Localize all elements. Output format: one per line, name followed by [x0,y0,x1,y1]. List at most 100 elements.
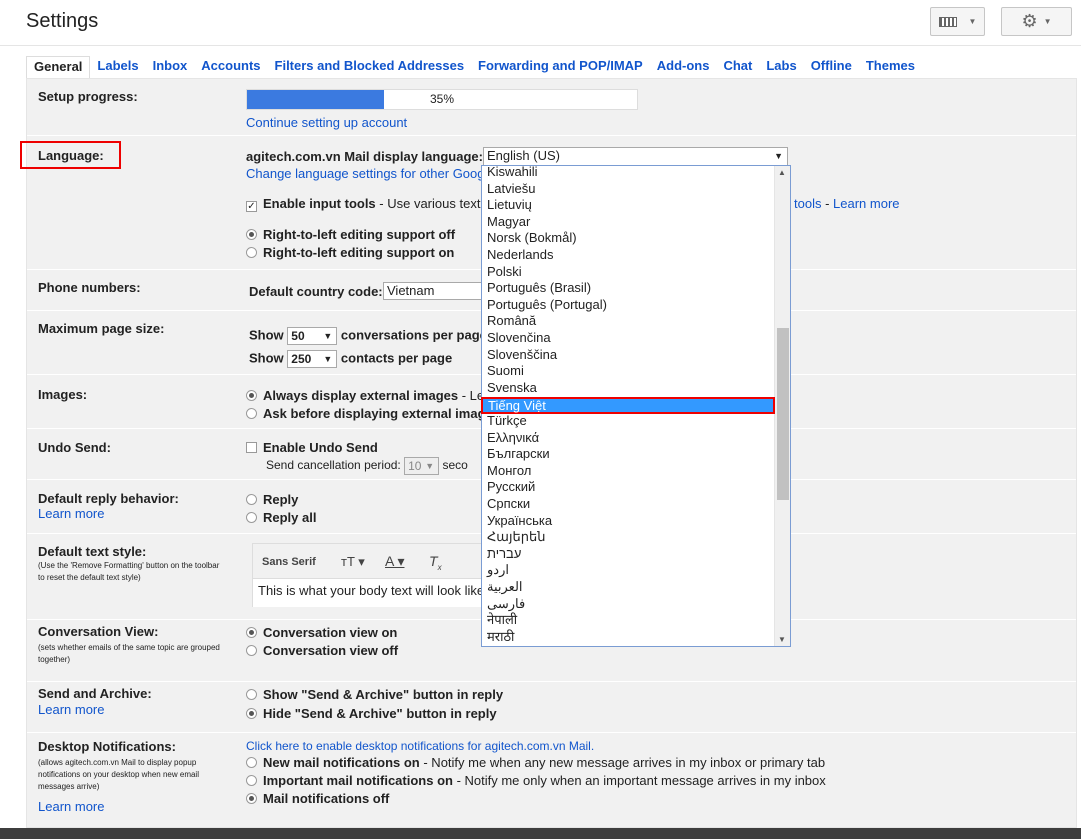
language-option[interactable]: Български [487,446,550,462]
show-send-archive-option[interactable]: Show "Send & Archive" button in reply [246,687,503,702]
tab-addons[interactable]: Add-ons [650,56,717,78]
sample-text: This is what your body text will look li… [253,578,491,607]
language-option[interactable]: Polski [487,264,522,280]
conversation-on-option[interactable]: Conversation view on [246,625,397,640]
language-option[interactable]: Türkçe [487,413,527,429]
checkbox-checked-icon[interactable]: ✓ [246,201,257,212]
language-option[interactable]: Slovenčina [487,330,551,346]
language-option[interactable]: Norsk (Bokmål) [487,230,577,246]
ask-before-label: Ask before displaying external imag [263,406,486,421]
ask-before-option[interactable]: Ask before displaying external imag [246,406,486,421]
contacts-select[interactable]: 250 ▼ [287,350,338,368]
language-option[interactable]: العربية [487,579,523,595]
language-option[interactable]: नेपाली [487,612,517,628]
language-option[interactable]: Svenska [487,380,537,396]
tab-themes[interactable]: Themes [859,56,922,78]
language-option[interactable]: Magyar [487,214,530,230]
radio-icon[interactable] [246,247,257,258]
radio-icon[interactable] [246,645,257,656]
text-color-icon[interactable]: A ▾ [385,553,404,570]
change-language-link[interactable]: Change language settings for other Googl [246,166,487,181]
language-option[interactable]: Монгол [487,463,531,479]
radio-selected-icon[interactable] [246,229,257,240]
tab-forwarding[interactable]: Forwarding and POP/IMAP [471,56,650,78]
enable-desktop-notifications-link[interactable]: Click here to enable desktop notificatio… [246,739,594,753]
radio-icon[interactable] [246,757,257,768]
language-select[interactable]: English (US) ▼ [483,147,788,166]
font-size-icon[interactable]: ᴛT ▾ [341,554,365,570]
tab-labs[interactable]: Labs [759,56,803,78]
radio-icon[interactable] [246,689,257,700]
send-archive-learn-more[interactable]: Learn more [38,702,104,717]
dropdown-scrollbar[interactable]: ▲ ▼ [774,166,790,646]
continue-setup-link[interactable]: Continue setting up account [246,115,407,130]
language-option[interactable]: Slovenščina [487,347,557,363]
language-option[interactable]: Kiswahili [487,166,538,180]
language-option[interactable]: Українська [487,513,552,529]
tab-labels[interactable]: Labels [90,56,145,78]
header-divider [0,45,1081,46]
important-mail-option[interactable]: Important mail notifications on - Notify… [246,773,826,788]
period-select[interactable]: 10 ▼ [404,457,440,475]
language-option[interactable]: Português (Portugal) [487,297,607,313]
checkbox-icon[interactable] [246,442,257,453]
radio-selected-icon[interactable] [246,793,257,804]
scroll-down-icon[interactable]: ▼ [778,635,786,644]
desktop-learn-more[interactable]: Learn more [38,799,104,814]
language-option[interactable]: मराठी [487,629,514,645]
radio-icon[interactable] [246,408,257,419]
learn-more-link[interactable]: Learn more [833,196,899,211]
reply-all-option[interactable]: Reply all [246,510,316,525]
selected-language-option[interactable]: Tiếng Việt [481,397,775,414]
reply-option[interactable]: Reply [246,492,298,507]
scroll-up-icon[interactable]: ▲ [778,168,786,177]
tab-offline[interactable]: Offline [804,56,859,78]
language-option[interactable]: עברית [487,546,521,562]
radio-icon[interactable] [246,494,257,505]
scrollbar-thumb[interactable] [777,328,789,500]
language-option[interactable]: Русский [487,479,535,495]
rtl-off-option[interactable]: Right-to-left editing support off [246,227,455,242]
language-option[interactable]: اردو [487,562,509,578]
display-language-label: agitech.com.vn Mail display language: [246,149,483,164]
rtl-on-option[interactable]: Right-to-left editing support on [246,245,454,260]
enable-input-tools[interactable]: ✓ Enable input tools - Use various text [246,196,480,212]
notifications-off-option[interactable]: Mail notifications off [246,791,389,806]
radio-selected-icon[interactable] [246,708,257,719]
language-option[interactable]: Português (Brasil) [487,280,591,296]
conversations-select[interactable]: 50 ▼ [287,327,338,345]
tab-chat[interactable]: Chat [716,56,759,78]
font-selector[interactable]: Sans Serif [262,556,316,568]
tools-link[interactable]: tools [794,196,821,211]
language-option[interactable]: Nederlands [487,247,554,263]
language-option[interactable]: Српски [487,496,530,512]
language-option[interactable]: فارسی [487,596,525,612]
country-select[interactable]: Vietnam [383,282,493,300]
language-option[interactable]: Հայերեն [487,529,545,545]
input-tools-tail: tools - Learn more [794,196,900,211]
language-option[interactable]: Ελληνικά [487,430,539,446]
reply-learn-more[interactable]: Learn more [38,506,104,521]
period-value: 10 [408,459,422,473]
new-mail-option[interactable]: New mail notifications on - Notify me wh… [246,755,825,770]
tab-filters[interactable]: Filters and Blocked Addresses [268,56,472,78]
progress-percent: 35% [429,92,455,106]
tab-inbox[interactable]: Inbox [146,56,195,78]
conversation-off-option[interactable]: Conversation view off [246,643,398,658]
enable-undo-send[interactable]: Enable Undo Send [246,440,378,455]
tab-accounts[interactable]: Accounts [194,56,267,78]
hide-send-archive-option[interactable]: Hide "Send & Archive" button in reply [246,706,497,721]
language-option[interactable]: Latviešu [487,181,535,197]
language-option[interactable]: Suomi [487,363,524,379]
always-display-option[interactable]: Always display external images - Le [246,388,484,403]
radio-selected-icon[interactable] [246,627,257,638]
remove-formatting-icon[interactable]: Tx [429,553,442,572]
tab-general[interactable]: General [26,56,91,79]
language-option[interactable]: Română [487,313,536,329]
settings-button[interactable]: ⚙ ▼ [1001,7,1072,36]
radio-icon[interactable] [246,512,257,523]
radio-icon[interactable] [246,775,257,786]
language-option[interactable]: Lietuvių [487,197,532,213]
keyboard-button[interactable]: ▼ [930,7,985,36]
radio-selected-icon[interactable] [246,390,257,401]
